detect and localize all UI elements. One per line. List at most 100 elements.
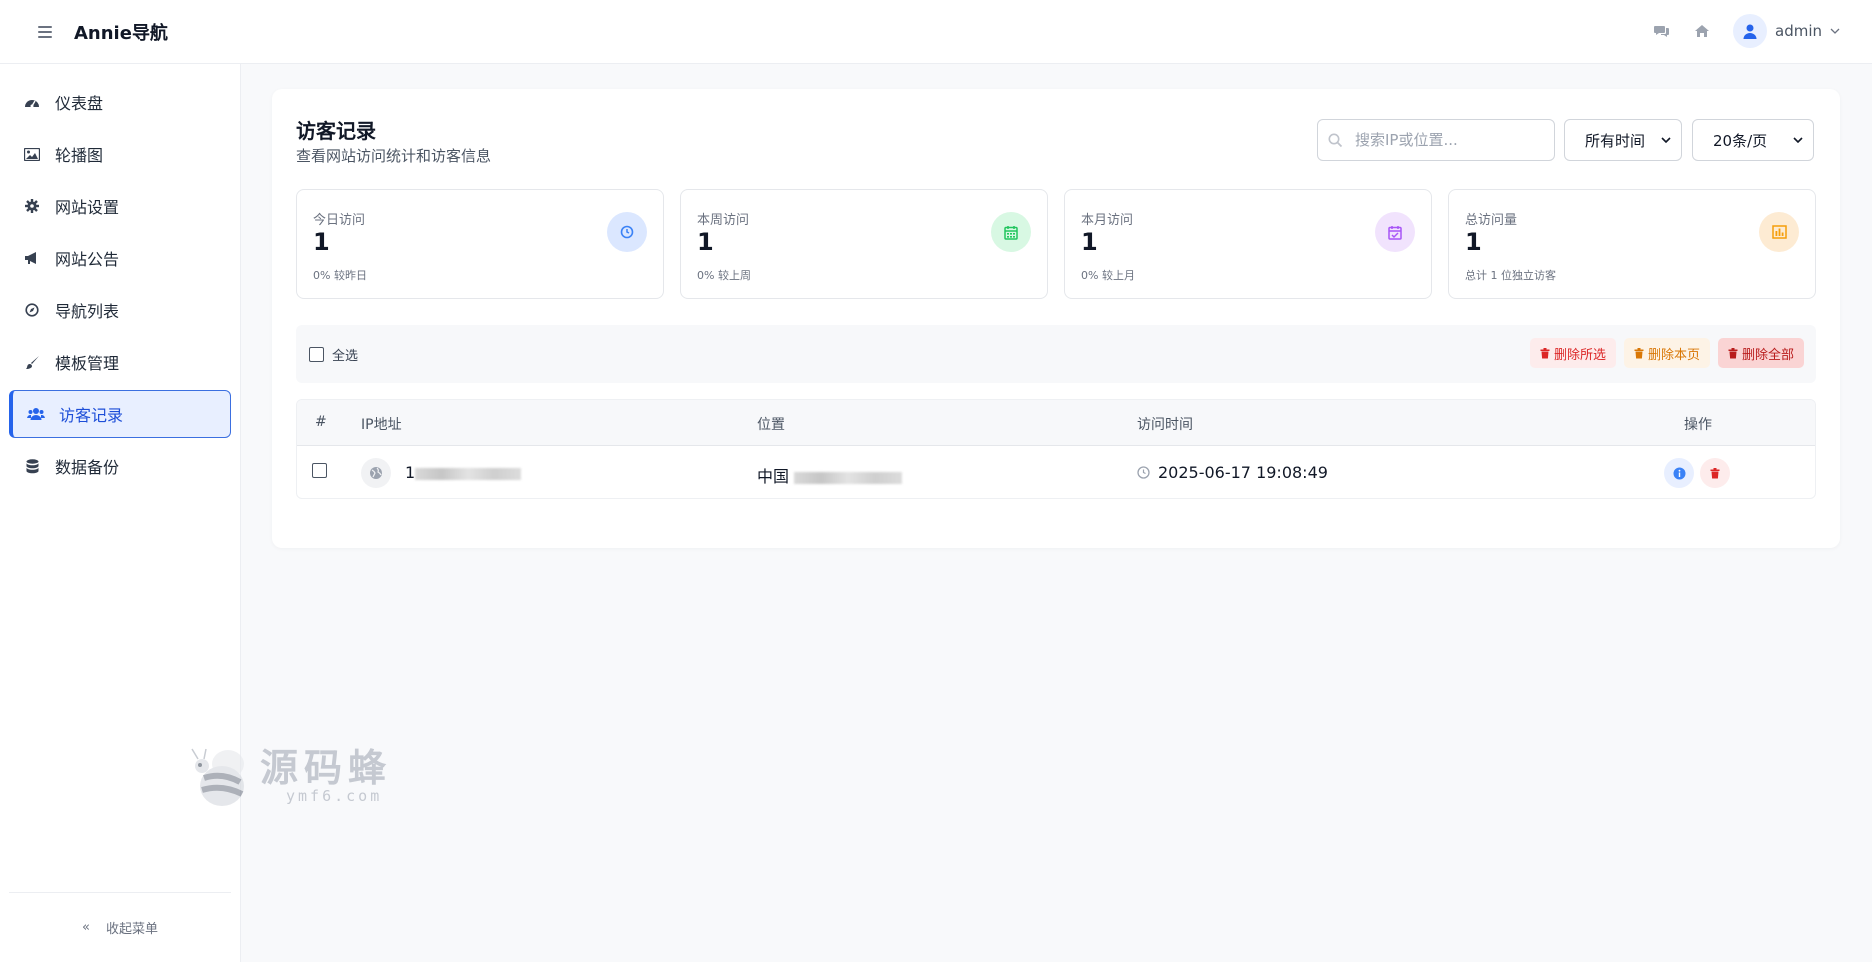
stat-value: 1 bbox=[1081, 228, 1098, 256]
visitor-logs-card: 访客记录 查看网站访问统计和访客信息 所有时间 20条/页 今日访问 1 0% … bbox=[272, 89, 1840, 548]
trash-icon bbox=[1634, 347, 1644, 358]
menu-toggle-icon[interactable] bbox=[38, 23, 56, 41]
location: 中国 bbox=[757, 463, 903, 487]
bullhorn-icon bbox=[23, 249, 41, 267]
row-checkbox[interactable] bbox=[312, 463, 327, 478]
search-box bbox=[1317, 119, 1555, 161]
database-icon bbox=[23, 457, 41, 475]
sidebar-item-nav-list[interactable]: 导航列表 bbox=[9, 286, 231, 334]
bulk-actions-toolbar: 全选 删除所选 删除本页 删除全部 bbox=[296, 325, 1816, 383]
clock-icon bbox=[607, 212, 647, 252]
search-input[interactable] bbox=[1355, 131, 1535, 149]
compass-icon bbox=[23, 301, 41, 319]
stat-value: 1 bbox=[313, 228, 330, 256]
chevron-down-icon bbox=[1661, 137, 1671, 143]
stat-label: 总访问量 bbox=[1465, 213, 1518, 228]
stat-footnote: 0% 较上周 bbox=[697, 269, 751, 282]
table-row: 1 中国 2025-06-17 19:08:49 bbox=[297, 446, 1815, 498]
chevron-down-icon bbox=[1793, 137, 1803, 143]
double-chevron-left-icon: « bbox=[82, 920, 90, 935]
select-all[interactable]: 全选 bbox=[309, 345, 358, 364]
column-header: 访问时间 bbox=[1137, 417, 1193, 433]
delete-row-button[interactable] bbox=[1700, 458, 1730, 488]
trash-icon bbox=[1728, 347, 1738, 358]
stat-label: 今日访问 bbox=[313, 213, 366, 228]
details-button[interactable] bbox=[1664, 458, 1694, 488]
collapse-menu-label: 收起菜单 bbox=[105, 922, 158, 937]
delete-page-label: 删除本页 bbox=[1647, 347, 1700, 363]
bulk-delete-buttons: 删除所选 删除本页 删除全部 bbox=[1529, 338, 1804, 368]
search-icon bbox=[1328, 133, 1343, 147]
redacted-ip bbox=[415, 467, 522, 480]
page-size-select[interactable]: 20条/页 bbox=[1692, 119, 1814, 161]
stat-label: 本周访问 bbox=[697, 213, 750, 228]
delete-all-button[interactable]: 删除全部 bbox=[1717, 338, 1804, 368]
delete-page-button[interactable]: 删除本页 bbox=[1623, 338, 1710, 368]
home-icon[interactable] bbox=[1693, 22, 1711, 40]
watermark: 源码蜂 ymf6.com bbox=[188, 742, 392, 812]
stat-footnote: 0% 较上月 bbox=[1081, 269, 1135, 282]
sidebar-item-label: 网站公告 bbox=[55, 250, 120, 269]
time-range-select[interactable]: 所有时间 bbox=[1564, 119, 1682, 161]
location-prefix: 中国 bbox=[757, 467, 795, 486]
sidebar-item-label: 模板管理 bbox=[55, 354, 120, 373]
globe-icon bbox=[361, 458, 391, 488]
sidebar-item-label: 访客记录 bbox=[59, 406, 124, 425]
gear-icon bbox=[23, 197, 41, 215]
sidebar-item-visitor-logs[interactable]: 访客记录 bbox=[9, 390, 231, 438]
ip-address: 1 bbox=[405, 463, 522, 482]
sidebar-item-dashboard[interactable]: 仪表盘 bbox=[9, 78, 231, 126]
delete-selected-button[interactable]: 删除所选 bbox=[1529, 338, 1616, 368]
column-header: IP地址 bbox=[361, 417, 402, 433]
clock-icon bbox=[1137, 466, 1150, 479]
sidebar-item-label: 网站设置 bbox=[55, 198, 120, 217]
page-size-value: 20条/页 bbox=[1713, 131, 1768, 150]
watermark-subtext: ymf6.com bbox=[286, 787, 383, 805]
user-icon bbox=[1743, 24, 1757, 39]
visit-time: 2025-06-17 19:08:49 bbox=[1137, 463, 1328, 482]
table-header: # IP地址 位置 访问时间 操作 bbox=[297, 400, 1815, 446]
visit-time-value: 2025-06-17 19:08:49 bbox=[1158, 463, 1328, 482]
sidebar-item-label: 导航列表 bbox=[55, 302, 120, 321]
stat-value: 1 bbox=[1465, 228, 1482, 256]
bar-chart-icon bbox=[1759, 212, 1799, 252]
users-icon bbox=[27, 405, 45, 423]
stat-card-week: 本周访问 1 0% 较上周 bbox=[680, 189, 1048, 299]
select-all-label: 全选 bbox=[332, 349, 359, 364]
delete-all-label: 删除全部 bbox=[1741, 347, 1794, 363]
collapse-menu-button[interactable]: « 收起菜单 bbox=[9, 892, 231, 962]
sidebar-item-site-settings[interactable]: 网站设置 bbox=[9, 182, 231, 230]
sidebar-item-label: 仪表盘 bbox=[55, 94, 104, 113]
image-icon bbox=[23, 145, 41, 163]
sidebar-nav: 仪表盘 轮播图 网站设置 网站公告 导航列表 模板管理 访客记录 数据备份 bbox=[0, 64, 240, 490]
stat-label: 本月访问 bbox=[1081, 213, 1134, 228]
stat-card-month: 本月访问 1 0% 较上月 bbox=[1064, 189, 1432, 299]
brand-title: Annie导航 bbox=[74, 23, 168, 44]
sidebar-item-label: 轮播图 bbox=[55, 146, 104, 165]
calendar-icon bbox=[991, 212, 1031, 252]
username: admin bbox=[1775, 22, 1822, 40]
sidebar-item-carousel[interactable]: 轮播图 bbox=[9, 130, 231, 178]
sidebar-item-announcements[interactable]: 网站公告 bbox=[9, 234, 231, 282]
paint-brush-icon bbox=[23, 353, 41, 371]
select-all-checkbox[interactable] bbox=[309, 347, 324, 362]
trash-icon bbox=[1540, 347, 1550, 358]
top-header: Annie导航 admin bbox=[0, 0, 1872, 64]
watermark-text: 源码蜂 bbox=[260, 746, 393, 790]
stats-row: 今日访问 1 0% 较昨日 本周访问 1 0% 较上周 本月访问 1 0% 较上… bbox=[296, 189, 1816, 299]
stat-card-today: 今日访问 1 0% 较昨日 bbox=[296, 189, 664, 299]
stat-footnote: 0% 较昨日 bbox=[313, 269, 367, 282]
page-title: 访客记录 bbox=[296, 119, 376, 143]
time-range-value: 所有时间 bbox=[1585, 131, 1646, 150]
sidebar-item-backup[interactable]: 数据备份 bbox=[9, 442, 231, 490]
stat-footnote: 总计 1 位独立访客 bbox=[1465, 269, 1556, 282]
chevron-down-icon bbox=[1830, 28, 1840, 34]
header-actions: admin bbox=[1653, 14, 1840, 48]
ip-address-prefix: 1 bbox=[405, 463, 416, 482]
sidebar-item-templates[interactable]: 模板管理 bbox=[9, 338, 231, 386]
sidebar-item-label: 数据备份 bbox=[55, 458, 120, 477]
comments-icon[interactable] bbox=[1653, 22, 1671, 40]
calendar-check-icon bbox=[1375, 212, 1415, 252]
column-header: # bbox=[315, 414, 327, 430]
user-menu[interactable]: admin bbox=[1733, 14, 1840, 48]
